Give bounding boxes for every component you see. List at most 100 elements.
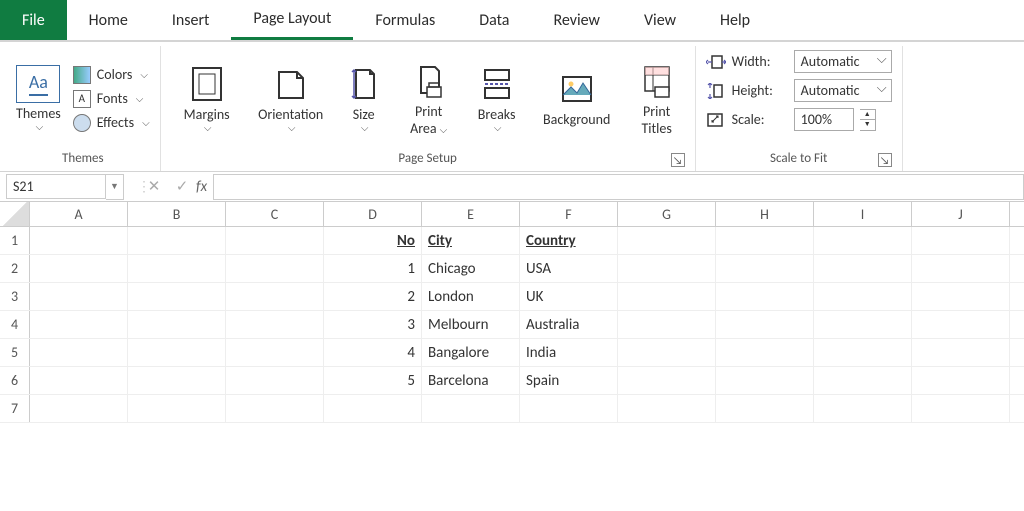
cell-G4[interactable]: [618, 311, 716, 339]
cell-C3[interactable]: [226, 283, 324, 311]
cell-I3[interactable]: [814, 283, 912, 311]
cell-I7[interactable]: [814, 395, 912, 423]
cell-G7[interactable]: [618, 395, 716, 423]
margins-button[interactable]: Margins⌵: [171, 64, 243, 134]
cell-D1[interactable]: No: [324, 227, 422, 255]
cell-D6[interactable]: 5: [324, 367, 422, 395]
cell-B3[interactable]: [128, 283, 226, 311]
cell-J6[interactable]: [912, 367, 1010, 395]
tab-home[interactable]: Home: [67, 0, 150, 40]
cell-B7[interactable]: [128, 395, 226, 423]
cell-G6[interactable]: [618, 367, 716, 395]
cell-A4[interactable]: [30, 311, 128, 339]
col-header-B[interactable]: B: [128, 202, 226, 226]
tab-data[interactable]: Data: [457, 0, 531, 40]
col-header-D[interactable]: D: [324, 202, 422, 226]
cell-C5[interactable]: [226, 339, 324, 367]
cell-C7[interactable]: [226, 395, 324, 423]
row-header-5[interactable]: 5: [0, 339, 30, 366]
cell-H5[interactable]: [716, 339, 814, 367]
select-all-corner[interactable]: [0, 202, 30, 226]
file-tab[interactable]: File: [0, 0, 67, 40]
row-header-6[interactable]: 6: [0, 367, 30, 394]
orientation-button[interactable]: Orientation⌵: [255, 64, 327, 134]
cell-D3[interactable]: 2: [324, 283, 422, 311]
width-select[interactable]: Automatic: [794, 50, 892, 73]
tab-help[interactable]: Help: [698, 0, 772, 40]
row-header-7[interactable]: 7: [0, 395, 30, 422]
cancel-formula-button[interactable]: ✕: [140, 177, 168, 196]
cell-F3[interactable]: UK: [520, 283, 618, 311]
cell-F6[interactable]: Spain: [520, 367, 618, 395]
cell-A7[interactable]: [30, 395, 128, 423]
cell-H6[interactable]: [716, 367, 814, 395]
cell-I2[interactable]: [814, 255, 912, 283]
cell-F5[interactable]: India: [520, 339, 618, 367]
cell-E5[interactable]: Bangalore: [422, 339, 520, 367]
cell-J1[interactable]: [912, 227, 1010, 255]
name-box[interactable]: S21: [6, 174, 106, 199]
cell-B5[interactable]: [128, 339, 226, 367]
col-header-J[interactable]: J: [912, 202, 1010, 226]
cell-D7[interactable]: [324, 395, 422, 423]
tab-view[interactable]: View: [622, 0, 698, 40]
cell-E3[interactable]: London: [422, 283, 520, 311]
spin-down-icon[interactable]: ▼: [860, 120, 875, 130]
cell-D5[interactable]: 4: [324, 339, 422, 367]
cell-H2[interactable]: [716, 255, 814, 283]
name-box-dropdown[interactable]: ▼: [106, 174, 124, 200]
background-button[interactable]: Background: [537, 69, 617, 128]
page-setup-dialog-launcher[interactable]: ↘: [671, 153, 685, 167]
spin-up-icon[interactable]: ▲: [860, 110, 875, 120]
scale-spinner[interactable]: ▲▼: [860, 109, 876, 131]
scale-dialog-launcher[interactable]: ↘: [878, 153, 892, 167]
cell-E4[interactable]: Melbourn: [422, 311, 520, 339]
print-titles-button[interactable]: Print Titles: [629, 61, 685, 137]
cell-I1[interactable]: [814, 227, 912, 255]
cell-D4[interactable]: 3: [324, 311, 422, 339]
effects-button[interactable]: Effects⌵: [73, 114, 150, 132]
cell-F4[interactable]: Australia: [520, 311, 618, 339]
cell-C1[interactable]: [226, 227, 324, 255]
tab-page-layout[interactable]: Page Layout: [231, 0, 353, 40]
print-area-button[interactable]: Print Area⌵: [401, 61, 457, 137]
cell-B4[interactable]: [128, 311, 226, 339]
cell-G3[interactable]: [618, 283, 716, 311]
cell-D2[interactable]: 1: [324, 255, 422, 283]
row-header-4[interactable]: 4: [0, 311, 30, 338]
scale-input[interactable]: 100%: [794, 108, 854, 131]
cell-J2[interactable]: [912, 255, 1010, 283]
cell-H7[interactable]: [716, 395, 814, 423]
formula-input[interactable]: [213, 174, 1024, 200]
cell-E7[interactable]: [422, 395, 520, 423]
row-header-3[interactable]: 3: [0, 283, 30, 310]
breaks-button[interactable]: Breaks⌵: [469, 64, 525, 134]
cell-B1[interactable]: [128, 227, 226, 255]
col-header-G[interactable]: G: [618, 202, 716, 226]
cell-A2[interactable]: [30, 255, 128, 283]
cell-I5[interactable]: [814, 339, 912, 367]
cell-J7[interactable]: [912, 395, 1010, 423]
cell-E2[interactable]: Chicago: [422, 255, 520, 283]
cell-I6[interactable]: [814, 367, 912, 395]
cell-J4[interactable]: [912, 311, 1010, 339]
cell-J5[interactable]: [912, 339, 1010, 367]
col-header-E[interactable]: E: [422, 202, 520, 226]
row-header-2[interactable]: 2: [0, 255, 30, 282]
cell-C6[interactable]: [226, 367, 324, 395]
cell-C2[interactable]: [226, 255, 324, 283]
tab-insert[interactable]: Insert: [150, 0, 232, 40]
col-header-A[interactable]: A: [30, 202, 128, 226]
cell-A3[interactable]: [30, 283, 128, 311]
size-button[interactable]: Size⌵: [339, 64, 389, 134]
cell-E6[interactable]: Barcelona: [422, 367, 520, 395]
col-header-H[interactable]: H: [716, 202, 814, 226]
cell-C4[interactable]: [226, 311, 324, 339]
fx-icon[interactable]: fx: [196, 178, 207, 196]
cell-B6[interactable]: [128, 367, 226, 395]
cell-I4[interactable]: [814, 311, 912, 339]
cell-B2[interactable]: [128, 255, 226, 283]
col-header-I[interactable]: I: [814, 202, 912, 226]
themes-button[interactable]: Aa Themes⌵: [16, 65, 61, 133]
height-select[interactable]: Automatic: [794, 79, 892, 102]
